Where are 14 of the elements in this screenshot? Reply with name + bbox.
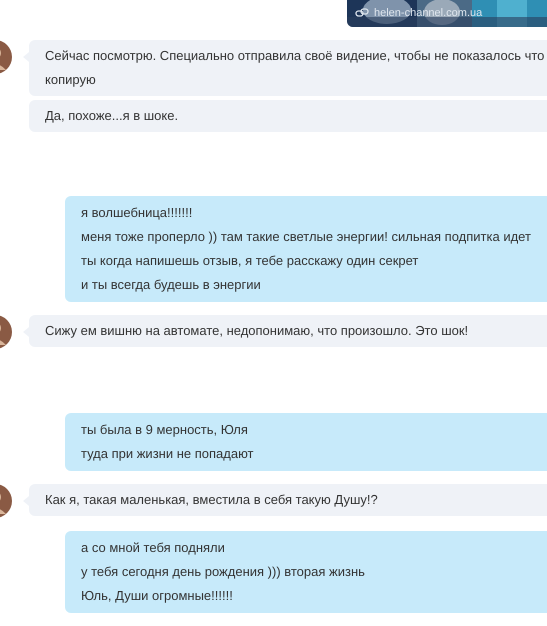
message-text: у тебя сегодня день рождения ))) вторая жизнь [81,563,366,581]
message-text: я волшебница!!!!!!! [81,204,194,222]
message-text: меня тоже проперло )) там такие светлые энергии! сильная подпитка идет [81,228,532,246]
message-text: туда при жизни не попадают [81,445,255,463]
message-text: Да, похоже...я в шоке. [45,107,180,125]
message-text: ты когда напишешь отзыв, я тебе расскажу один секрет [81,252,420,270]
message-text: Как я, такая маленькая, вместила в себя такую Душу!? [45,491,379,509]
message-text: а со мной тебя подняли [81,539,226,557]
message-text: Сижу ем вишню на автомате, недопонимаю, что произошло. Это шок! [45,322,470,340]
message-text: Юль, Души огромные!!!!!! [81,587,234,605]
message-text: ты была в 9 мерность, Юля [81,421,249,439]
message-text: Сейчас посмотрю. Специально отправила своё видение, чтобы не показалось что копирую [45,47,545,89]
message-text: и ты всегда будешь в энергии [81,276,262,294]
link-icon [355,8,369,18]
